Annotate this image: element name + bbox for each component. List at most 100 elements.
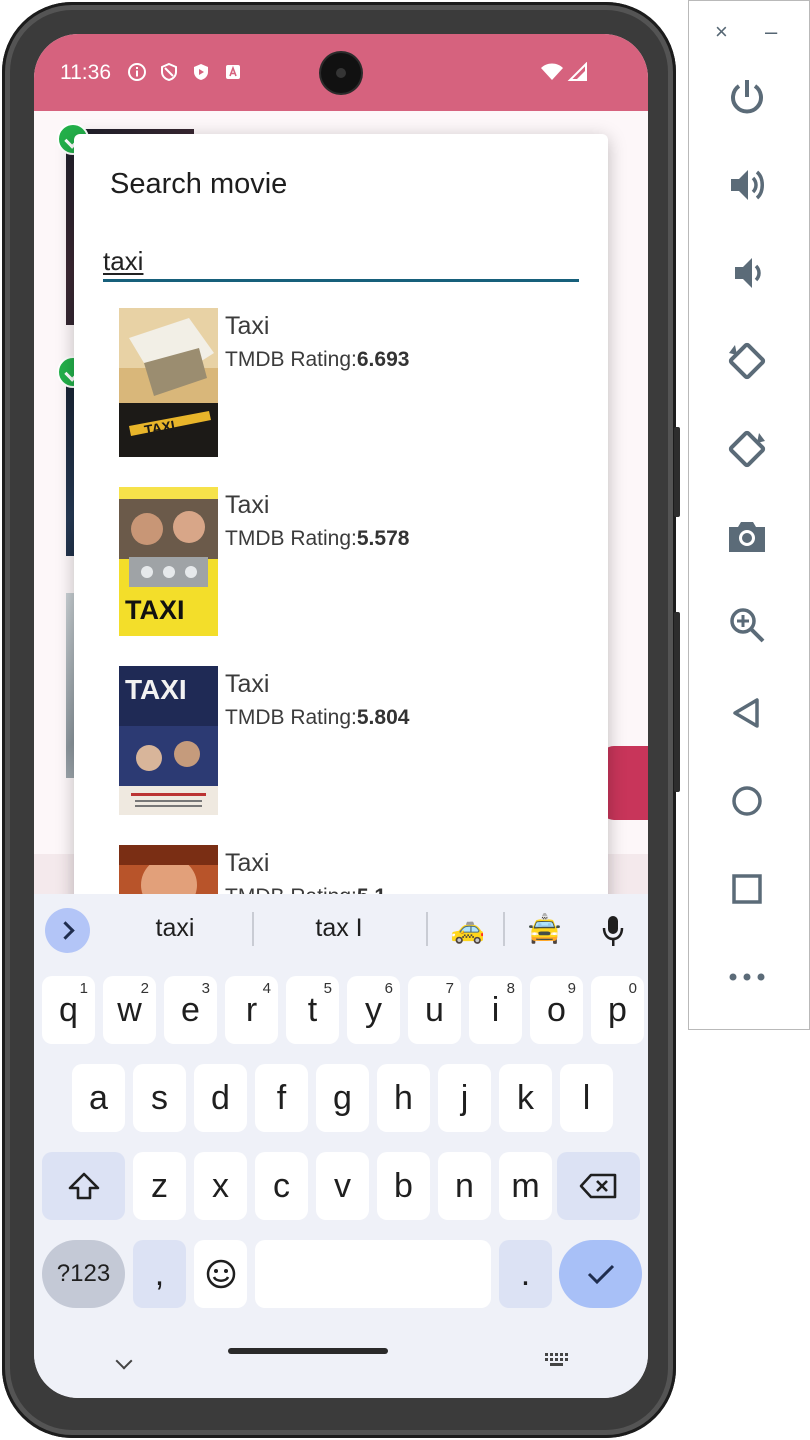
key-j[interactable]: j (438, 1064, 491, 1132)
rating-label: TMDB Rating: (225, 706, 357, 729)
backspace-key[interactable] (557, 1152, 640, 1220)
key-f[interactable]: f (255, 1064, 308, 1132)
key-hint-number: 7 (445, 980, 454, 997)
power-icon[interactable] (719, 69, 775, 125)
symbols-key[interactable]: ?123 (42, 1240, 125, 1308)
camera-icon[interactable] (719, 509, 775, 565)
close-icon[interactable]: × (715, 19, 728, 45)
emulator-toolbar: × – (688, 0, 810, 1030)
key-letter: p (608, 990, 627, 1029)
key-letter: q (59, 990, 78, 1029)
key-u[interactable]: u7 (408, 976, 461, 1044)
key-hint-number: 4 (262, 980, 271, 997)
back-icon[interactable] (719, 685, 775, 741)
expand-toolbar-button[interactable] (45, 908, 90, 953)
result-rating: TMDB Rating:6.693 (225, 348, 409, 372)
key-hint-number: 1 (79, 980, 88, 997)
key-d[interactable]: d (194, 1064, 247, 1132)
hide-keyboard-icon[interactable] (115, 1352, 133, 1370)
emoji-key[interactable] (194, 1240, 247, 1308)
result-title: Taxi (225, 312, 270, 340)
key-k[interactable]: k (499, 1064, 552, 1132)
rotate-left-icon[interactable] (719, 333, 775, 389)
suggestion-word[interactable]: taxi (100, 914, 250, 943)
key-b[interactable]: b (377, 1152, 430, 1220)
key-h[interactable]: h (377, 1064, 430, 1132)
key-o[interactable]: o9 (530, 976, 583, 1044)
key-letter: y (365, 990, 382, 1029)
key-c[interactable]: c (255, 1152, 308, 1220)
key-n[interactable]: n (438, 1152, 491, 1220)
keyboard-switch-icon[interactable] (544, 1352, 570, 1373)
suggestion-word[interactable]: tax I (256, 914, 422, 943)
result-rating: TMDB Rating:5.578 (225, 527, 409, 551)
suggestion-bar: taxi tax I 🚕 🚖 (34, 894, 648, 966)
comma-key[interactable]: , (133, 1240, 186, 1308)
front-camera (321, 53, 361, 93)
dialog-title: Search movie (110, 168, 288, 200)
rating-label: TMDB Rating: (225, 527, 357, 550)
key-w[interactable]: w2 (103, 976, 156, 1044)
key-g[interactable]: g (316, 1064, 369, 1132)
svg-text:TAXI: TAXI (125, 674, 187, 705)
search-result-item[interactable]: TAXI Taxi TMDB Rating:6.693 (119, 308, 559, 458)
power-side-button (674, 427, 680, 517)
key-s[interactable]: s (133, 1064, 186, 1132)
status-time: 11:36 (60, 61, 111, 84)
space-key[interactable] (255, 1240, 491, 1308)
key-hint-number: 2 (140, 980, 149, 997)
status-system-icons (540, 61, 588, 87)
key-hint-number: 6 (384, 980, 393, 997)
key-letter: u (425, 990, 444, 1029)
shield-icon (159, 62, 179, 82)
home-icon[interactable] (719, 773, 775, 829)
rating-value: 5.578 (356, 527, 410, 550)
minimize-icon[interactable]: – (765, 19, 777, 45)
more-icon[interactable] (719, 949, 775, 1005)
volume-down-icon[interactable] (719, 245, 775, 301)
checkmark-icon (587, 1264, 614, 1285)
gesture-nav-handle[interactable] (228, 1348, 388, 1354)
rating-value: 6.693 (356, 348, 410, 371)
rotate-right-icon[interactable] (719, 421, 775, 477)
backspace-icon (579, 1173, 616, 1199)
search-result-item[interactable]: TAXI Taxi TMDB Rating:5.578 (119, 487, 559, 637)
key-i[interactable]: i8 (469, 976, 522, 1044)
key-p[interactable]: p0 (591, 976, 644, 1044)
zoom-icon[interactable] (719, 597, 775, 653)
key-hint-number: 5 (323, 980, 332, 997)
suggestion-divider (252, 912, 254, 946)
svg-text:TAXI: TAXI (125, 595, 185, 625)
key-t[interactable]: t5 (286, 976, 339, 1044)
period-key[interactable]: . (499, 1240, 552, 1308)
key-a[interactable]: a (72, 1064, 125, 1132)
enter-key[interactable] (559, 1240, 642, 1308)
key-y[interactable]: y6 (347, 976, 400, 1044)
shift-key[interactable] (42, 1152, 125, 1220)
movie-poster: TAXI (119, 666, 218, 815)
key-v[interactable]: v (316, 1152, 369, 1220)
key-r[interactable]: r4 (225, 976, 278, 1044)
key-x[interactable]: x (194, 1152, 247, 1220)
key-z[interactable]: z (133, 1152, 186, 1220)
wifi-icon (540, 62, 564, 87)
key-m[interactable]: m (499, 1152, 552, 1220)
result-rating: TMDB Rating:5.804 (225, 706, 409, 730)
play-protect-icon (191, 62, 211, 82)
taxi-front-emoji-suggestion[interactable]: 🚖 (527, 912, 562, 945)
key-e[interactable]: e3 (164, 976, 217, 1044)
volume-up-icon[interactable] (719, 157, 775, 213)
search-result-item[interactable]: TAXI Taxi TMDB Rating:5.804 (119, 666, 559, 816)
shift-icon (68, 1172, 99, 1200)
microphone-icon[interactable] (602, 914, 624, 948)
key-letter: t (307, 990, 318, 1029)
key-q[interactable]: q1 (42, 976, 95, 1044)
key-l[interactable]: l (560, 1064, 613, 1132)
result-title: Taxi (225, 849, 270, 877)
taxi-emoji-suggestion[interactable]: 🚕 (450, 912, 485, 945)
key-hint-number: 9 (567, 980, 576, 997)
overview-icon[interactable] (719, 861, 775, 917)
key-hint-number: 0 (628, 980, 637, 997)
key-letter: w (117, 990, 142, 1029)
search-input[interactable] (103, 244, 579, 282)
